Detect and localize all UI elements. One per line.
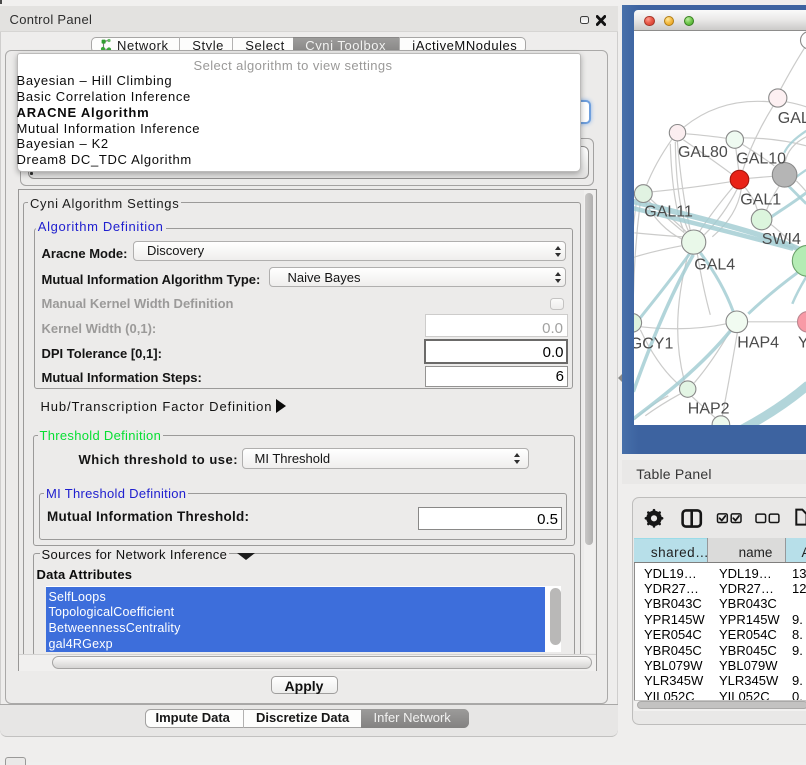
svg-text:GAL80: GAL80 xyxy=(678,144,728,161)
svg-text:GAL1: GAL1 xyxy=(740,191,781,208)
svg-text:GAL11: GAL11 xyxy=(644,203,693,220)
svg-text:GAL4: GAL4 xyxy=(694,256,735,273)
svg-text:GAL7: GAL7 xyxy=(777,110,805,127)
svg-text:SWI4: SWI4 xyxy=(761,231,800,248)
svg-text:HAP4: HAP4 xyxy=(737,334,779,351)
svg-text:GAL10: GAL10 xyxy=(736,150,786,167)
svg-text:Y: Y xyxy=(798,334,806,351)
svg-text:HAP2: HAP2 xyxy=(687,400,729,417)
svg-text:GCY1: GCY1 xyxy=(634,335,673,352)
